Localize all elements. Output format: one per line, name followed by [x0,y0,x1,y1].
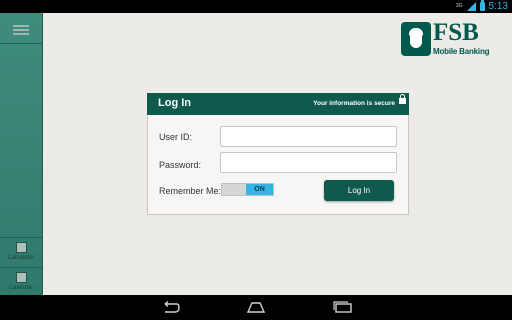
login-title: Log In [158,97,191,109]
fsb-logo: FSB Mobile Banking [401,19,490,58]
recent-apps-icon[interactable] [333,301,353,313]
back-icon[interactable] [160,301,180,313]
logo-title: FSB [433,19,479,46]
home-icon[interactable] [246,301,266,313]
password-label: Password: [159,160,202,170]
status-icons: 3G 5:13 [456,0,508,13]
status-bar: 3G 5:13 [0,0,512,13]
signal-icon [466,2,476,11]
status-time: 5:13 [488,1,508,12]
toggle-state: ON [246,184,273,195]
sidebar-item-calendar[interactable]: Calendar [0,267,42,297]
secure-text: Your information is secure [313,100,395,107]
nav-bar [0,295,512,320]
remember-me-toggle[interactable]: ON [221,183,274,196]
calendar-icon [15,272,27,283]
divider [0,43,42,44]
login-card: Log In Your information is secure User I… [147,93,409,215]
sidebar-item-label: Calculator [7,255,35,261]
calculator-icon [15,242,27,253]
remember-me-label: Remember Me: [159,186,222,196]
logo-subtitle: Mobile Banking [433,47,490,56]
sidebar: Calculator Calendar [0,13,43,295]
password-input[interactable] [220,152,397,173]
network-type: 3G [455,3,463,9]
acorn-icon [401,22,431,56]
battery-icon [479,0,485,11]
sidebar-item-label: Calendar [8,285,34,291]
user-id-input[interactable] [220,126,397,147]
app-content: Calculator Calendar FSB Mobile Banking L… [0,13,512,295]
user-id-label: User ID: [159,132,193,142]
login-button[interactable]: Log In [324,180,394,201]
lock-icon [399,94,406,104]
login-header: Log In Your information is secure [147,93,409,115]
menu-icon[interactable] [13,25,29,35]
sidebar-item-calculator[interactable]: Calculator [0,237,42,267]
